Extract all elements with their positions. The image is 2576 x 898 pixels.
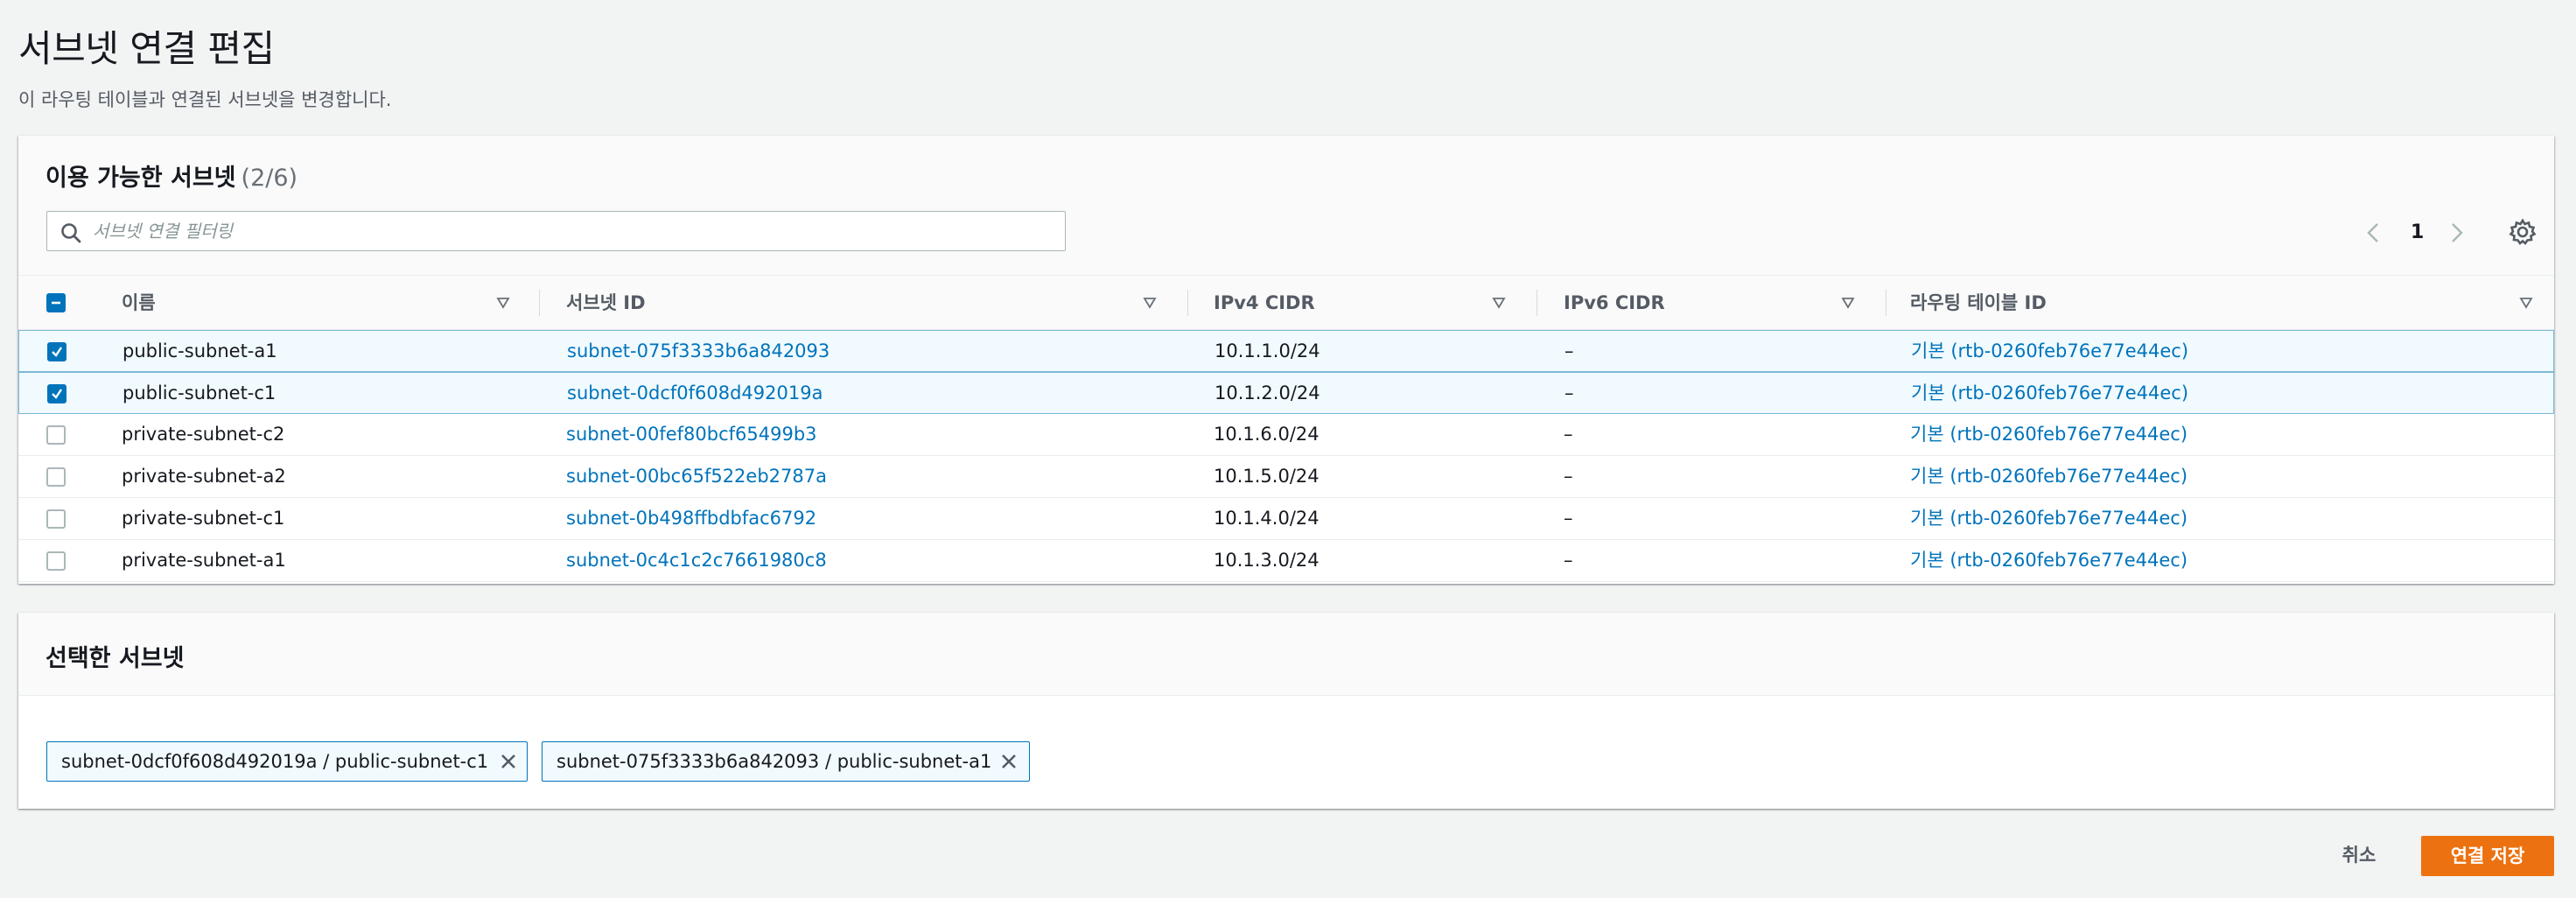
route-table-link[interactable]: 기본 (rtb-0260feb76e77e44ec): [1910, 540, 2188, 582]
row-checkbox[interactable]: [46, 467, 66, 487]
row-checkbox[interactable]: [47, 384, 66, 403]
sort-triangle-icon[interactable]: [1492, 297, 1506, 309]
column-header-ipv4-cidr[interactable]: IPv4 CIDR: [1214, 276, 1315, 330]
ipv6-cidr: –: [1564, 382, 1574, 403]
subnet-name: public-subnet-a1: [122, 340, 277, 361]
close-icon[interactable]: [999, 752, 1018, 771]
ipv4-cidr: 10.1.1.0/24: [1214, 340, 1320, 361]
table-row[interactable]: public-subnet-c1 subnet-0dcf0f608d492019…: [18, 372, 2554, 414]
page-description: 이 라우팅 테이블과 연결된 서브넷을 변경합니다.: [18, 89, 392, 110]
row-checkbox[interactable]: [46, 551, 66, 571]
page-title: 서브넷 연결 편집: [18, 27, 275, 70]
route-table-link[interactable]: 기본 (rtb-0260feb76e77e44ec): [1910, 414, 2188, 456]
ipv4-cidr: 10.1.5.0/24: [1214, 466, 1320, 487]
selected-subnets-header: 선택한 서브넷: [18, 613, 2554, 696]
sort-triangle-icon[interactable]: [1841, 297, 1855, 309]
selected-subnet-token: subnet-075f3333b6a842093 / public-subnet…: [542, 741, 1030, 782]
table-row[interactable]: private-subnet-c2 subnet-00fef80bcf65499…: [18, 414, 2554, 456]
sort-triangle-icon[interactable]: [1143, 297, 1157, 309]
subnet-id-link[interactable]: subnet-00bc65f522eb2787a: [566, 456, 827, 498]
chevron-left-icon[interactable]: [2363, 220, 2384, 246]
available-subnets-count: (2/6): [241, 165, 298, 192]
selected-subnets-panel: 선택한 서브넷 subnet-0dcf0f608d492019a / publi…: [18, 613, 2554, 809]
table-header: 이름 서브넷 ID IPv4 CIDR IPv6 CIDR 라우팅 테이블 ID: [18, 276, 2554, 330]
page-number[interactable]: 1: [2411, 220, 2424, 246]
edit-subnet-associations-page: 서브넷 연결 편집 이 라우팅 테이블과 연결된 서브넷을 변경합니다. 이용 …: [0, 0, 2576, 898]
ipv4-cidr: 10.1.3.0/24: [1214, 550, 1320, 571]
subnet-id-link[interactable]: subnet-0c4c1c2c7661980c8: [566, 540, 827, 582]
search-icon: [61, 223, 81, 243]
available-subnets-title: 이용 가능한 서브넷 (2/6): [46, 158, 298, 193]
available-subnets-title-text: 이용 가능한 서브넷: [46, 165, 236, 192]
sort-triangle-icon[interactable]: [2519, 297, 2533, 309]
subnet-id-link[interactable]: subnet-0dcf0f608d492019a: [567, 373, 822, 415]
sort-triangle-icon[interactable]: [496, 297, 510, 309]
table-row[interactable]: public-subnet-a1 subnet-075f3333b6a84209…: [18, 330, 2554, 372]
checkmark-icon: [52, 389, 62, 399]
filter-search-input[interactable]: [93, 212, 1055, 250]
column-separator: [1536, 290, 1537, 316]
ipv6-cidr: –: [1564, 340, 1574, 361]
route-table-link[interactable]: 기본 (rtb-0260feb76e77e44ec): [1911, 373, 2188, 415]
column-header-route-table-id[interactable]: 라우팅 테이블 ID: [1910, 276, 2047, 330]
table-row[interactable]: private-subnet-a2 subnet-00bc65f522eb278…: [18, 456, 2554, 498]
ipv6-cidr: –: [1564, 424, 1573, 445]
checkmark-icon: [52, 347, 62, 357]
subnet-name: private-subnet-a1: [122, 550, 286, 571]
filter-search-box: [46, 211, 1066, 251]
row-checkbox[interactable]: [47, 342, 66, 361]
checkbox-indeterminate-icon: [52, 301, 60, 305]
selected-subnet-token: subnet-0dcf0f608d492019a / public-subnet…: [46, 741, 528, 782]
column-separator: [539, 290, 540, 316]
subnet-name: private-subnet-c2: [122, 424, 285, 445]
selected-subnets-title: 선택한 서브넷: [46, 645, 185, 672]
subnet-name: private-subnet-a2: [122, 466, 286, 487]
subnet-id-link[interactable]: subnet-075f3333b6a842093: [567, 331, 830, 373]
subnet-id-link[interactable]: subnet-0b498ffbdbfac6792: [566, 498, 816, 540]
chevron-right-icon[interactable]: [2446, 220, 2467, 246]
ipv6-cidr: –: [1564, 508, 1573, 529]
selected-subnet-token-label: subnet-0dcf0f608d492019a / public-subnet…: [61, 751, 489, 772]
subnet-name: private-subnet-c1: [122, 508, 285, 529]
available-subnets-panel: 이용 가능한 서브넷(2/6) 1: [18, 136, 2554, 584]
save-associations-button[interactable]: 연결 저장: [2421, 836, 2554, 876]
cancel-button[interactable]: 취소: [2328, 836, 2390, 874]
row-checkbox[interactable]: [46, 509, 66, 529]
table-row[interactable]: private-subnet-c1 subnet-0b498ffbdbfac67…: [18, 498, 2554, 540]
ipv4-cidr: 10.1.4.0/24: [1214, 508, 1320, 529]
table-row[interactable]: private-subnet-a1 subnet-0c4c1c2c7661980…: [18, 540, 2554, 582]
ipv6-cidr: –: [1564, 466, 1573, 487]
column-header-subnet-id[interactable]: 서브넷 ID: [566, 276, 646, 330]
gear-icon[interactable]: [2507, 216, 2538, 248]
selected-subnet-token-label: subnet-075f3333b6a842093 / public-subnet…: [556, 751, 992, 772]
column-header-ipv6-cidr[interactable]: IPv6 CIDR: [1564, 276, 1665, 330]
route-table-link[interactable]: 기본 (rtb-0260feb76e77e44ec): [1910, 498, 2188, 540]
close-icon[interactable]: [499, 752, 518, 771]
ipv6-cidr: –: [1564, 550, 1573, 571]
route-table-link[interactable]: 기본 (rtb-0260feb76e77e44ec): [1911, 331, 2188, 373]
column-header-name[interactable]: 이름: [122, 276, 156, 330]
available-subnets-header: 이용 가능한 서브넷(2/6) 1: [18, 136, 2554, 276]
column-separator: [1187, 290, 1188, 316]
select-all-checkbox[interactable]: [46, 293, 66, 312]
ipv4-cidr: 10.1.2.0/24: [1214, 382, 1320, 403]
subnet-id-link[interactable]: subnet-00fef80bcf65499b3: [566, 414, 817, 456]
subnet-name: public-subnet-c1: [122, 382, 276, 403]
row-checkbox[interactable]: [46, 425, 66, 445]
ipv4-cidr: 10.1.6.0/24: [1214, 424, 1320, 445]
route-table-link[interactable]: 기본 (rtb-0260feb76e77e44ec): [1910, 456, 2188, 498]
